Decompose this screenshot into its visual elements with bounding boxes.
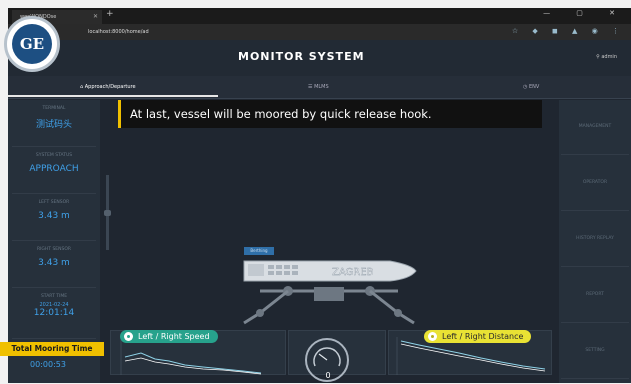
total-mooring-time-value: 00:00:53 [30, 360, 66, 369]
terminal-block: TERMINAL 测试码头 [12, 100, 96, 147]
tab-env[interactable]: ◷ ENV [523, 76, 539, 98]
system-status-value: APPROACH [29, 164, 79, 174]
terminal-value: 测试码头 [35, 120, 72, 130]
right-sensor-block: RIGHT SENSOR 3.43 m [12, 241, 96, 288]
start-time-label: START TIME [40, 294, 68, 299]
system-status-block: SYSTEM STATUS APPROACH [12, 147, 96, 194]
management-button[interactable]: MANAGEMENT [561, 100, 629, 155]
gauge-value: 0 [325, 371, 331, 380]
close-tab-icon[interactable]: ✕ [93, 10, 98, 24]
distance-panel-label: Left / Right Distance [424, 330, 532, 343]
report-button[interactable]: REPORT [561, 268, 629, 323]
tab-label: Approach/Departure [84, 84, 136, 90]
left-panel: TERMINAL 测试码头 SYSTEM STATUS APPROACH LEF… [8, 100, 100, 383]
window-controls[interactable]: — ▢ ✕ [543, 9, 627, 17]
total-mooring-time-label: Total Mooring Time [0, 342, 104, 356]
app-header: MONITOR SYSTEM ⚲ admin [8, 40, 631, 77]
start-time-value: 12:01:14 [33, 308, 75, 318]
vessel-name: ZAGREB [332, 267, 374, 278]
quay-graphic [243, 286, 415, 325]
system-status-label: SYSTEM STATUS [35, 153, 73, 158]
start-time-block: START TIME 2021-02-24 12:01:14 [12, 288, 96, 339]
page-title: MONITOR SYSTEM [238, 50, 365, 63]
url-field[interactable]: localhost:8000/home/ad [88, 27, 448, 37]
tab-mlms[interactable]: ☰ MLMS [308, 76, 329, 98]
logo-text: GE [12, 24, 52, 64]
zoom-slider-handle[interactable] [104, 210, 111, 216]
company-logo: GE [4, 16, 60, 72]
extension-icons[interactable]: ☆ ◆ ◼ ▲ ◉ ⋮ [512, 27, 625, 35]
location-pin-icon [428, 332, 437, 341]
speed-panel-label: Left / Right Speed [120, 330, 218, 343]
setting-button[interactable]: SETTING [561, 324, 629, 379]
vessel-graphic: ZAGREB [243, 260, 417, 282]
user-name: admin [601, 54, 617, 60]
right-sensor-label: RIGHT SENSOR [36, 247, 72, 252]
tab-label: MLMS [314, 84, 329, 90]
tab-label: ENV [528, 84, 540, 90]
terminal-label: TERMINAL [42, 106, 66, 111]
browser-tab-bar: weeWONDOse ✕ + — ▢ ✕ [8, 8, 631, 24]
history-replay-button[interactable]: HISTORY REPLAY [561, 212, 629, 267]
new-tab-icon[interactable]: + [106, 9, 114, 19]
caption-text: At last, vessel will be moored by quick … [118, 100, 542, 128]
left-sensor-label: LEFT SENSOR [38, 200, 70, 205]
ship-status-tag: Berthing [244, 247, 274, 255]
user-menu[interactable]: ⚲ admin [596, 54, 617, 60]
nav-tabs: ⌂ Approach/Departure ☰ MLMS ◷ ENV [8, 76, 631, 99]
right-panel: MANAGEMENT OPERATOR HISTORY REPLAY REPOR… [559, 100, 631, 383]
address-bar: localhost:8000/home/ad ☆ ◆ ◼ ▲ ◉ ⋮ [8, 24, 631, 40]
speed-label-text: Left / Right Speed [138, 332, 210, 341]
left-sensor-value: 3.43 m [38, 211, 70, 221]
operator-button[interactable]: OPERATOR [561, 156, 629, 211]
distance-label-text: Left / Right Distance [442, 332, 524, 341]
left-sensor-block: LEFT SENSOR 3.43 m [12, 194, 96, 241]
location-pin-icon [124, 332, 133, 341]
right-sensor-value: 3.43 m [38, 258, 70, 268]
active-tab-indicator [8, 95, 218, 97]
